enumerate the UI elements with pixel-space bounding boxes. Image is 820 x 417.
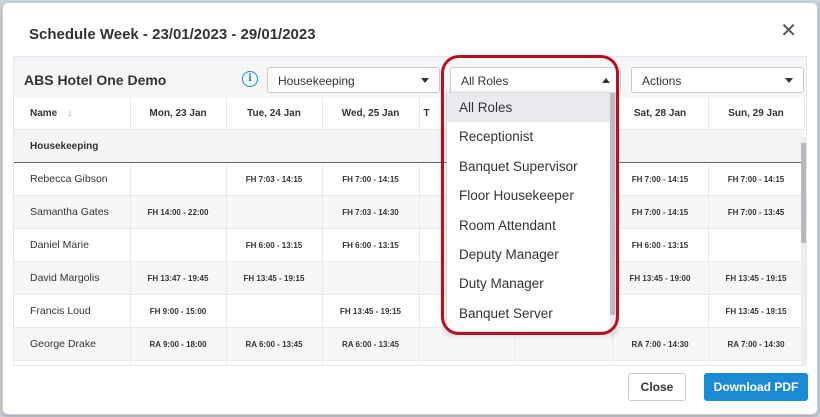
table-scrollbar-thumb[interactable] [801,143,806,243]
column-header: Sat, 28 Jan [612,97,709,130]
chevron-down-icon [785,78,793,83]
roles-select-value: All Roles [461,74,509,88]
table-scrollbar[interactable] [801,137,806,365]
shift-cell[interactable] [708,360,805,365]
employee-name: Giles Spithill [14,360,131,365]
column-header: Tue, 24 Jan [226,97,323,130]
shift-cell[interactable] [515,327,613,361]
roles-select[interactable]: All Roles [450,67,621,93]
table-row: Francis Loud FH 9:00 - 15:00 FH 13:45 - 19… [14,294,805,328]
dropdown-option-deputy-manager[interactable]: Deputy Manager [447,240,615,269]
info-icon[interactable]: i [242,71,258,87]
shift-cell[interactable]: FH 14:00 - 22:00 [130,195,227,229]
dropdown-option-floor-housekeeper[interactable]: Floor Housekeeper [447,181,615,210]
dropdown-scrollbar-thumb[interactable] [610,93,615,315]
shift-cell[interactable]: FH 13:45 - 19:00 [612,261,709,295]
modal-title: Schedule Week - 23/01/2023 - 29/01/2023 [29,26,316,43]
dropdown-option-duty-manager[interactable]: Duty Manager [447,269,615,298]
shift-cell[interactable] [322,261,420,295]
roles-dropdown-menu: All Roles Receptionist Banquet Superviso… [446,92,616,332]
employee-name: Samantha Gates [14,195,131,229]
table-row: Rebecca Gibson FH 7:03 - 14:15 FH 7:00 - 1… [14,162,805,196]
shift-cell[interactable]: FH 7:00 - 14:15 [612,195,709,229]
shift-cell[interactable]: FH 7:00 - 14:15 [612,162,709,196]
shift-cell[interactable]: FH 13:45 - 19:15 [708,294,805,328]
shift-cell[interactable] [226,195,323,229]
shift-cell[interactable]: FH 7:03 - 14:30 [322,195,420,229]
close-icon[interactable]: ✕ [780,21,797,41]
employee-name: Rebecca Gibson [14,162,131,196]
table-header-row: Name ↓ Mon, 23 Jan Tue, 24 Jan Wed, 25 Ja… [14,97,805,130]
shift-cell[interactable]: FH 13:45 - 19:15 [226,261,323,295]
column-header: Mon, 23 Jan [130,97,227,130]
shift-cell[interactable] [130,162,227,196]
department-select-value: Housekeeping [278,74,355,88]
table-row: George Drake RA 9:00 - 18:00 RA 6:00 - 13:… [14,327,805,361]
sort-arrow-icon[interactable]: ↓ [67,108,72,119]
shift-cell[interactable]: FH 13:47 - 19:45 [130,261,227,295]
schedule-table-container: Name ↓ Mon, 23 Jan Tue, 24 Jan Wed, 25 Ja… [14,97,806,365]
shift-cell[interactable]: FH 7:00 - 13:45 [708,195,805,229]
chevron-down-icon [421,78,429,83]
shift-cell[interactable]: RA 6:00 - 13:45 [226,327,323,361]
department-select[interactable]: Housekeeping [267,67,440,93]
download-pdf-button[interactable]: Download PDF [704,373,808,401]
shift-cell[interactable]: FH 7:00 - 14:15 [322,162,420,196]
shift-cell[interactable]: FH 7:00 - 14:15 [708,162,805,196]
actions-select-value: Actions [642,74,682,88]
shift-cell[interactable]: FH 9:00 - 15:00 [130,294,227,328]
dropdown-option-room-attendant[interactable]: Room Attendant [447,211,615,240]
shift-cell[interactable]: FH 13:45 - 19:15 [322,294,420,328]
column-header-name-label: Name [30,107,58,119]
shift-cell[interactable]: FH 13:45 - 19:15 [708,261,805,295]
schedule-panel: ABS Hotel One Demo i Housekeeping All Ro… [13,56,807,366]
shift-cell[interactable]: RA 7:00 - 12:00 [515,360,613,365]
dropdown-option-banquet-server[interactable]: Banquet Server [447,299,615,328]
shift-cell[interactable]: RA 9:00 - 18:00 [130,327,227,361]
group-row: Housekeeping [14,129,804,163]
group-label: Housekeeping [14,129,804,163]
schedule-week-modal: Schedule Week - 23/01/2023 - 29/01/2023 … [2,2,818,415]
column-header-name[interactable]: Name ↓ [14,97,131,130]
shift-cell[interactable]: FH 7:03 - 14:15 [226,162,323,196]
chevron-up-icon [602,78,610,83]
table-row: Samantha Gates FH 14:00 - 22:00 FH 7:03 - … [14,195,805,229]
employee-name: Daniel Marie [14,228,131,262]
table-row: David Margolis FH 13:47 - 19:45 FH 13:45 -… [14,261,805,295]
shift-cell[interactable]: FH 6:00 - 13:15 [226,228,323,262]
employee-name: Francis Loud [14,294,131,328]
actions-select[interactable]: Actions [631,67,804,93]
dropdown-scrollbar[interactable] [610,93,615,331]
shift-cell[interactable]: RA 7:00 - 12:00 [130,360,227,365]
shift-cell[interactable] [612,294,709,328]
shift-cell[interactable]: RA 6:00 - 13:45 [322,327,420,361]
shift-cell[interactable]: FH 6:00 - 13:15 [612,228,709,262]
employee-name: George Drake [14,327,131,361]
table-row: Giles SpithillRA 7:00 - 12:00RA 7:00 - 1… [14,360,805,365]
shift-cell[interactable] [612,360,709,365]
close-button[interactable]: Close [628,373,686,401]
shift-cell[interactable]: RA 7:00 - 14:30 [612,327,709,361]
dropdown-option-receptionist[interactable]: Receptionist [447,122,615,151]
shift-cell[interactable]: RA 7:00 - 14:30 [708,327,805,361]
employee-name: David Margolis [14,261,131,295]
dropdown-option-banquet-supervisor[interactable]: Banquet Supervisor [447,152,615,181]
shift-cell[interactable]: RA 7:00 - 12:00 [226,360,323,365]
table-row: Daniel Marie FH 6:00 - 13:15 FH 6:00 - 13:… [14,228,805,262]
shift-cell[interactable] [419,327,516,361]
dropdown-option-all-roles[interactable]: All Roles [447,93,615,123]
shift-cell[interactable]: RA 7:00 - 12:00 [419,360,516,365]
shift-cell[interactable]: RA 7:00 - 12:00 [322,360,420,365]
schedule-table: Name ↓ Mon, 23 Jan Tue, 24 Jan Wed, 25 Ja… [14,97,805,365]
shift-cell[interactable] [130,228,227,262]
column-header: Sun, 29 Jan [708,97,805,130]
column-header: Wed, 25 Jan [322,97,420,130]
shift-cell[interactable] [708,228,805,262]
shift-cell[interactable] [226,294,323,328]
shift-cell[interactable]: FH 6:00 - 13:15 [322,228,420,262]
hotel-name: ABS Hotel One Demo [24,72,167,88]
